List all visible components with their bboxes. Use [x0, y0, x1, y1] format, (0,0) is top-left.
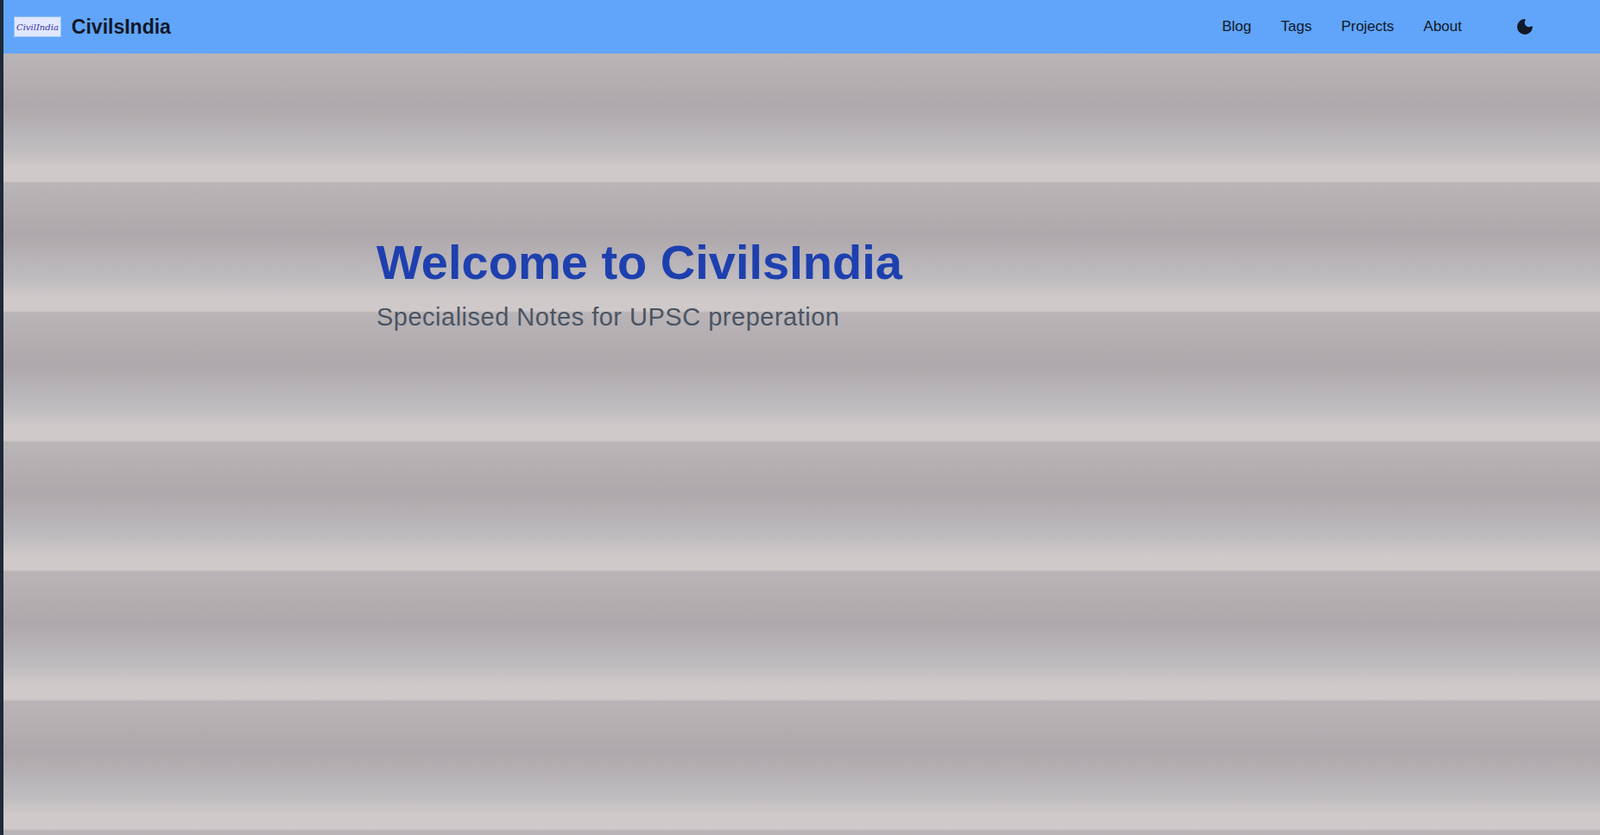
hero-title: Welcome to CivilsIndia [376, 233, 1600, 291]
site-title: CivilsIndia [71, 15, 171, 39]
nav-link[interactable]: About [1423, 14, 1462, 39]
nav-link[interactable]: Tags [1280, 14, 1312, 39]
logo-icon: CivilIndia [13, 16, 62, 38]
theme-toggle[interactable] [1511, 13, 1538, 40]
hero-subtitle: Specialised Notes for UPSC preperation [376, 303, 1600, 332]
main-nav: Blog Tags Projects About [1221, 13, 1538, 40]
nav-link[interactable]: Blog [1221, 14, 1252, 39]
hero-banner: Welcome to CivilsIndia Specialised Notes … [3, 53, 1600, 835]
nav-link[interactable]: Projects [1340, 14, 1394, 39]
top-bar: CivilIndia CivilsIndia Blog Tags Projects Abo… [3, 0, 1600, 54]
brand-link[interactable]: CivilIndia CivilsIndia [13, 15, 171, 39]
moon-icon [1515, 17, 1535, 37]
page: CivilIndia CivilsIndia Blog Tags Projects Abo… [0, 0, 1600, 835]
